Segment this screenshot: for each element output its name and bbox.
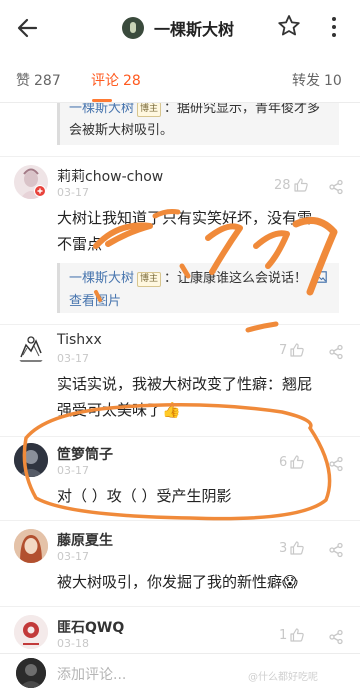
thumbs-up-icon [290, 455, 305, 469]
tab-likes-count: 287 [34, 73, 61, 89]
avatar[interactable] [14, 615, 48, 649]
comment-time: 03-18 [57, 637, 89, 650]
comment-item: Tishxx 03-17 7 实话实说，我被大树改变了性癖：翘屁 强受可太美味了… [0, 325, 360, 443]
like-count: 7 [279, 342, 288, 358]
comment-text-line: 不雷点 [57, 235, 103, 253]
reply-author[interactable]: 一棵斯大树 [69, 271, 134, 286]
my-avatar[interactable] [16, 658, 46, 688]
like-count: 28 [274, 177, 291, 193]
avatar[interactable] [14, 529, 48, 563]
tab-reposts-label: 转发 [292, 73, 320, 89]
title-group[interactable]: 一棵斯大树 [122, 15, 234, 41]
like-button[interactable]: 28 [274, 177, 309, 193]
like-count: 6 [279, 454, 288, 470]
commenter-name[interactable]: 匪石QWQ [57, 617, 124, 637]
comment-item: 莉莉chow-chow 03-17 28 大树让我知道了只有实笑好坏，没有雷 不… [0, 157, 360, 331]
avatar-image-icon [14, 443, 48, 477]
share-icon[interactable] [328, 344, 344, 360]
like-count: 3 [279, 540, 288, 556]
avatar[interactable] [14, 331, 48, 365]
comment-text: 对（ ）攻（ ）受产生阴影 [57, 487, 232, 505]
reply-quote-top[interactable]: 一棵斯大树 博主 ：据研究显示，青年俊才多 会被斯大树吸引。 [57, 103, 339, 145]
share-icon[interactable] [328, 629, 344, 645]
comment-text-line: 强受可太美味了👍 [57, 401, 181, 419]
add-comment-input[interactable]: 添加评论... [57, 664, 126, 684]
reply-line-1: 一棵斯大树 博主 ：据研究显示，青年俊才多 [69, 103, 320, 117]
share-icon[interactable] [328, 179, 344, 195]
comment-item: 笸箩筒子 03-17 6 对（ ）攻（ ）受产生阴影 [0, 437, 360, 533]
comment-text-line: 大树让我知道了只有实笑好坏，没有雷 [57, 209, 313, 227]
tab-comments-count: 28 [123, 73, 141, 89]
comment-time: 03-17 [57, 550, 89, 563]
reply-text: ：让康康谁这么会说话！ [164, 271, 308, 286]
avatar[interactable] [14, 443, 48, 477]
comment-time: 03-17 [57, 352, 89, 365]
page-title: 一棵斯大树 [154, 20, 235, 39]
reply-quote[interactable]: 一棵斯大树 博主 ：让康康谁这么会说话！ 查看图片 [57, 263, 339, 313]
comment-list[interactable]: 一棵斯大树 博主 ：据研究显示，青年俊才多 会被斯大树吸引。 莉莉chow-chow… [0, 103, 360, 653]
reply-line-2: 会被斯大树吸引。 [69, 123, 174, 138]
verified-badge-icon [34, 185, 46, 197]
commenter-name[interactable]: Tishxx [57, 332, 102, 348]
comment-time: 03-17 [57, 464, 89, 477]
share-icon[interactable] [328, 542, 344, 558]
commenter-name[interactable]: 藤原夏生 [57, 530, 113, 550]
tab-comments-label: 评论 [91, 73, 119, 89]
avatar-image-icon [16, 658, 46, 688]
image-icon [314, 271, 327, 283]
like-button[interactable]: 7 [279, 342, 305, 358]
tab-comments[interactable]: 评论 28 [91, 70, 141, 90]
reply-text: ：据研究显示，青年俊才多 [164, 103, 321, 116]
tab-bar: 赞 287 评论 28 转发 10 [0, 54, 360, 103]
comment-item: 匪石QWQ 03-18 1 [0, 607, 360, 653]
tab-reposts-count: 10 [324, 73, 342, 89]
blogger-badge: 博主 [137, 103, 162, 117]
comment-text-line: 实话实说，我被大树改变了性癖：翘屁 [57, 375, 313, 393]
tab-reposts[interactable]: 转发 10 [292, 70, 342, 90]
tab-likes-label: 赞 [16, 73, 30, 89]
thumbs-up-icon [290, 343, 305, 357]
tab-likes[interactable]: 赞 287 [16, 70, 61, 90]
active-tab-indicator [92, 99, 112, 102]
comment-input-bar: 添加评论... @什么都好吃呢 [0, 653, 360, 691]
like-button[interactable]: 1 [279, 627, 305, 643]
more-vertical-icon[interactable] [328, 14, 340, 40]
comment-time: 03-17 [57, 186, 89, 199]
comment-text: 被大树吸引，你发掘了我的新性癖😱 [57, 573, 298, 591]
star-icon[interactable] [276, 13, 302, 39]
blogger-badge: 博主 [137, 272, 162, 287]
blogger-avatar[interactable] [122, 17, 144, 39]
like-button[interactable]: 6 [279, 454, 305, 470]
thumbs-up-icon [293, 178, 308, 192]
reply-line-1: 一棵斯大树 博主 ：让康康谁这么会说话！ [69, 267, 327, 287]
reply-author[interactable]: 一棵斯大树 [69, 103, 134, 116]
back-arrow-icon[interactable] [14, 14, 42, 42]
top-bar: 一棵斯大树 [0, 0, 360, 54]
quote-bar [57, 263, 60, 313]
comment-item: 藤原夏生 03-17 3 被大树吸引，你发掘了我的新性癖😱 [0, 521, 360, 609]
view-image-link[interactable]: 查看图片 [69, 290, 121, 309]
commenter-name[interactable]: 笸箩筒子 [57, 444, 113, 464]
comment-text: 实话实说，我被大树改变了性癖：翘屁 强受可太美味了👍 [57, 371, 339, 423]
quote-bar [57, 103, 60, 145]
watermark: @什么都好吃呢 [248, 672, 318, 683]
avatar-image-icon [14, 615, 48, 649]
avatar-image-icon [14, 529, 48, 563]
avatar-image-icon [19, 336, 43, 362]
commenter-name[interactable]: 莉莉chow-chow [57, 166, 163, 186]
thumbs-up-icon [290, 628, 305, 642]
like-count: 1 [279, 627, 288, 643]
comment-text: 大树让我知道了只有实笑好坏，没有雷 不雷点 [57, 205, 339, 257]
like-button[interactable]: 3 [279, 540, 305, 556]
share-icon[interactable] [328, 456, 344, 472]
thumbs-up-icon [290, 541, 305, 555]
